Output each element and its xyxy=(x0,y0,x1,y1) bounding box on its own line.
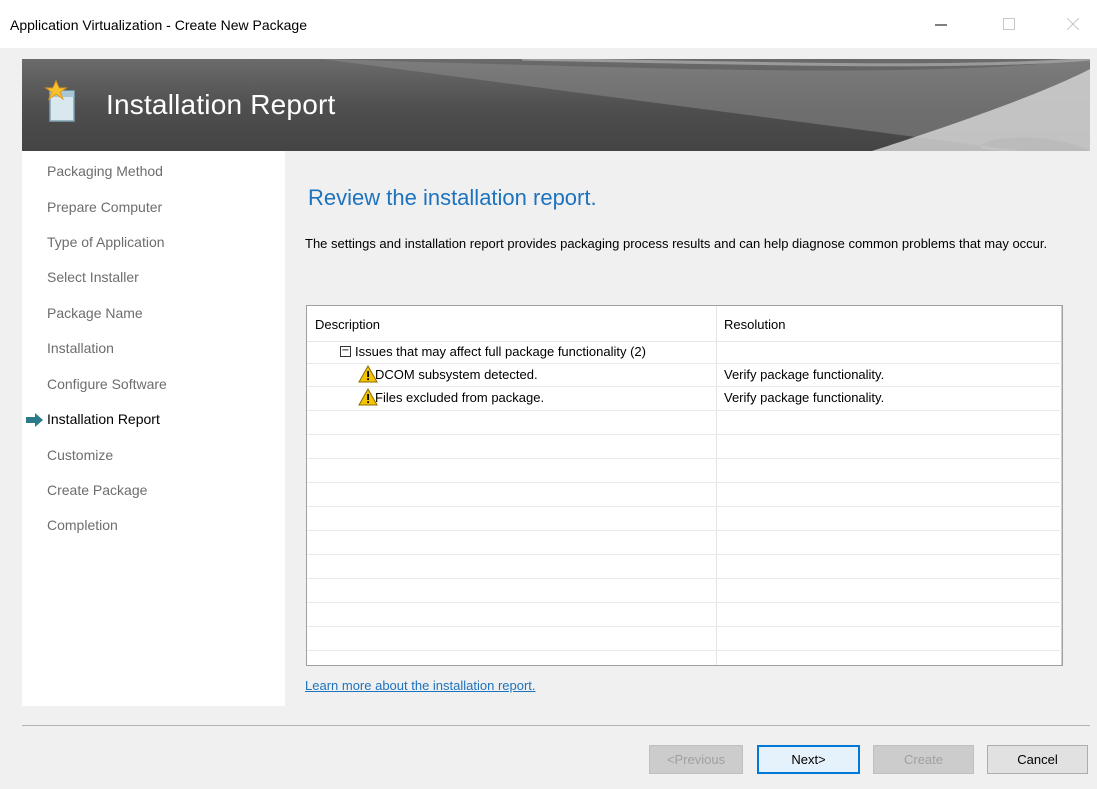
empty-row xyxy=(307,603,1062,627)
item-description: DCOM subsystem detected. xyxy=(375,367,538,382)
table-row[interactable]: Files excluded from package. Verify pack… xyxy=(307,387,1062,411)
collapse-icon[interactable]: − xyxy=(340,346,351,357)
empty-row xyxy=(307,507,1062,531)
column-header-resolution[interactable]: Resolution xyxy=(716,306,1062,342)
maximize-icon xyxy=(1003,18,1015,30)
empty-row xyxy=(307,579,1062,603)
wizard-steps-sidebar: Packaging Method Prepare Computer Type o… xyxy=(22,151,285,706)
page-heading: Installation Report xyxy=(106,89,336,120)
column-header-description[interactable]: Description xyxy=(307,306,716,342)
empty-row xyxy=(307,627,1062,651)
minimize-icon xyxy=(935,24,947,26)
header-banner: Installation Report xyxy=(22,59,1090,151)
close-button[interactable] xyxy=(1050,0,1096,48)
step-type-of-application: Type of Application xyxy=(47,234,165,250)
empty-row xyxy=(307,531,1062,555)
step-completion: Completion xyxy=(47,517,118,533)
empty-row xyxy=(307,555,1062,579)
step-installation: Installation xyxy=(47,340,114,356)
item-resolution: Verify package functionality. xyxy=(724,367,885,382)
step-installation-report: Installation Report xyxy=(47,411,160,427)
step-configure-software: Configure Software xyxy=(47,376,167,392)
footer-separator xyxy=(22,725,1090,726)
step-create-package: Create Package xyxy=(47,482,148,498)
previous-button[interactable]: <Previous xyxy=(649,745,743,774)
next-button[interactable]: Next> xyxy=(757,745,860,774)
step-packaging-method: Packaging Method xyxy=(47,163,163,179)
cancel-button[interactable]: Cancel xyxy=(987,745,1088,774)
main-content: Review the installation report. The sett… xyxy=(285,151,1090,706)
page-description: The settings and installation report pro… xyxy=(305,236,1048,251)
group-row[interactable]: − Issues that may affect full package fu… xyxy=(307,342,1062,364)
current-step-arrow-icon xyxy=(26,413,43,427)
table-row[interactable]: DCOM subsystem detected. Verify package … xyxy=(307,364,1062,387)
close-icon xyxy=(1067,18,1079,30)
page-headline: Review the installation report. xyxy=(308,185,597,210)
empty-row xyxy=(307,411,1062,435)
item-description: Files excluded from package. xyxy=(375,390,545,405)
window-title: Application Virtualization - Create New … xyxy=(10,17,308,33)
step-prepare-computer: Prepare Computer xyxy=(47,199,163,215)
maximize-button[interactable] xyxy=(986,0,1032,48)
empty-row xyxy=(307,435,1062,459)
empty-row xyxy=(307,459,1062,483)
learn-more-link[interactable]: Learn more about the installation report… xyxy=(305,678,536,693)
package-sparkle-icon xyxy=(44,79,75,122)
installation-report-table[interactable]: Description Resolution − Issues that may… xyxy=(306,305,1063,666)
group-label: Issues that may affect full package func… xyxy=(355,344,646,359)
title-bar: Application Virtualization - Create New … xyxy=(0,0,1097,48)
item-resolution: Verify package functionality. xyxy=(724,390,885,405)
minimize-button[interactable] xyxy=(918,0,964,48)
step-select-installer: Select Installer xyxy=(47,269,139,285)
step-package-name: Package Name xyxy=(47,305,143,321)
empty-row xyxy=(307,483,1062,507)
step-customize: Customize xyxy=(47,447,114,463)
create-button[interactable]: Create xyxy=(873,745,974,774)
